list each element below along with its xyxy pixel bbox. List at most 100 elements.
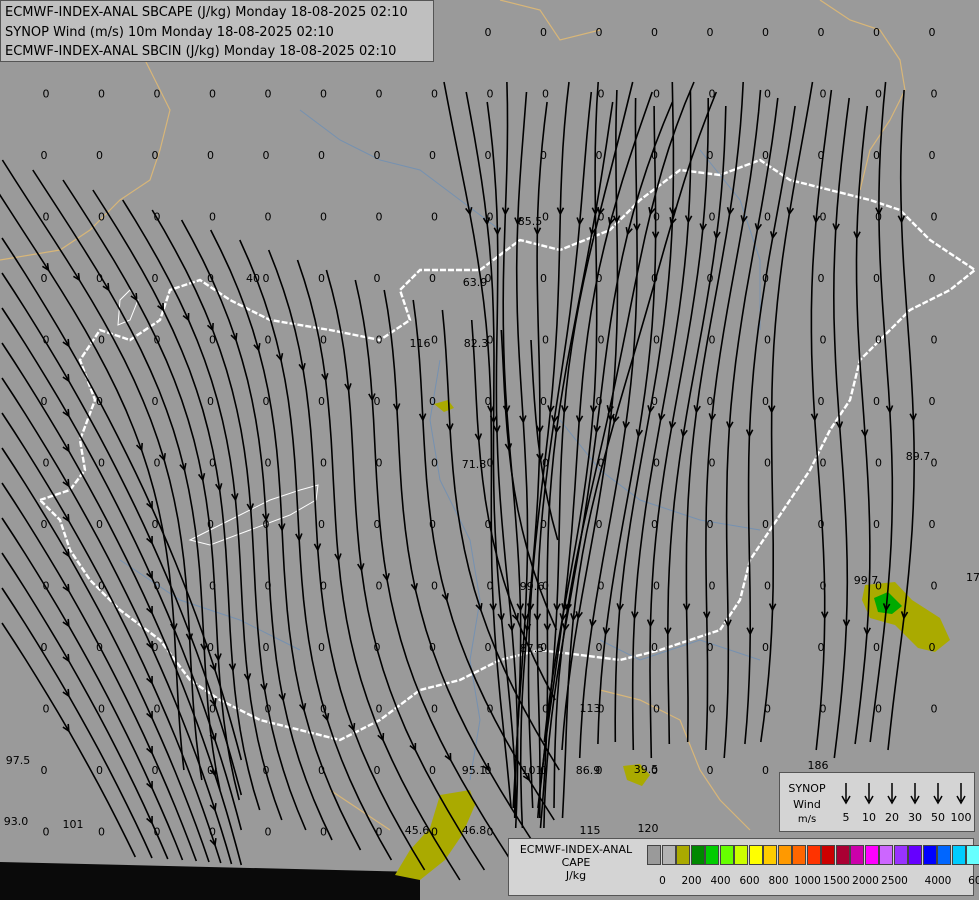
cape-value: 0 <box>154 334 161 347</box>
cape-value: 0 <box>320 457 327 470</box>
cape-value: 0 <box>487 88 494 101</box>
cape-value: 0 <box>320 826 327 839</box>
cape-value: 0 <box>96 764 103 777</box>
cape-value: 0 <box>653 580 660 593</box>
cape-value-label: 87.5 <box>520 642 545 655</box>
cape-value: 0 <box>818 149 825 162</box>
cape-value: 0 <box>429 518 436 531</box>
cape-value: 0 <box>542 703 549 716</box>
cape-value: 0 <box>485 149 492 162</box>
header-synop-wind: SYNOP Wind (m/s) 10m Monday 18-08-2025 0… <box>5 24 334 40</box>
cape-value: 0 <box>207 395 214 408</box>
cape-value: 0 <box>154 88 161 101</box>
cape-value: 0 <box>209 580 216 593</box>
cape-value: 0 <box>207 149 214 162</box>
cape-scale-title-2: CAPE <box>561 856 591 869</box>
wind-arrow-icon <box>841 783 851 805</box>
cape-value: 0 <box>318 149 325 162</box>
cape-value-label: 99.7 <box>854 574 879 587</box>
cape-value: 0 <box>598 580 605 593</box>
cape-value: 0 <box>707 518 714 531</box>
cape-value: 0 <box>596 272 603 285</box>
cape-value: 0 <box>596 149 603 162</box>
map-header: ECMWF-INDEX-ANAL SBCAPE (J/kg) Monday 18… <box>0 0 434 62</box>
cape-value: 0 <box>875 211 882 224</box>
cape-value: 0 <box>818 518 825 531</box>
cape-scale-swatch <box>879 845 893 865</box>
cape-value: 0 <box>209 826 216 839</box>
cape-value: 0 <box>96 395 103 408</box>
cape-value: 0 <box>929 26 936 39</box>
cape-value: 0 <box>43 457 50 470</box>
cape-value-label: 86.9 <box>576 764 601 777</box>
wind-legend-title-1: SYNOP <box>788 782 826 795</box>
cape-value: 0 <box>818 272 825 285</box>
map-canvas[interactable]: 0 0 0 0 0 0 0 0 0 0 0 0 0 0 0 0 0 0 0 0 0 0 0 0 0 0 0 0 0 0 0 0 0 0 0 0 0 0 0 0… <box>0 0 979 900</box>
cape-value: 0 <box>542 457 549 470</box>
cape-value: 0 <box>152 272 159 285</box>
cape-value: 0 <box>152 764 159 777</box>
cape-value: 0 <box>653 457 660 470</box>
cape-value: 0 <box>707 26 714 39</box>
cape-value: 0 <box>875 88 882 101</box>
cape-scale-swatch <box>966 845 979 865</box>
cape-value-label: 93.0 <box>4 815 29 828</box>
cape-value-label: 101 <box>63 818 84 831</box>
cape-value: 0 <box>598 88 605 101</box>
cape-value: 0 <box>931 211 938 224</box>
cape-value: 0 <box>98 457 105 470</box>
cape-value-label: 120 <box>638 822 659 835</box>
cape-value: 0 <box>709 211 716 224</box>
cape-value: 0 <box>764 703 771 716</box>
cape-value: 0 <box>873 641 880 654</box>
cape-value: 0 <box>429 149 436 162</box>
cape-value: 0 <box>764 334 771 347</box>
wind-legend-value: 5 <box>842 811 850 824</box>
cape-value: 0 <box>540 272 547 285</box>
cape-value: 0 <box>207 518 214 531</box>
cape-value: 0 <box>263 272 270 285</box>
cape-value: 0 <box>873 149 880 162</box>
cape-value: 0 <box>98 334 105 347</box>
cape-scale-swatch <box>734 845 748 865</box>
cape-value-label: 85.5 <box>518 215 543 228</box>
cape-value: 0 <box>152 641 159 654</box>
cape-value: 0 <box>653 703 660 716</box>
cape-value: 0 <box>707 641 714 654</box>
cape-value-label: 71.8 <box>462 458 487 471</box>
cape-scale-title-1: ECMWF-INDEX-ANAL <box>519 843 633 856</box>
cape-value: 0 <box>873 395 880 408</box>
cape-value: 0 <box>374 641 381 654</box>
cape-value-label: 186 <box>808 759 829 772</box>
wind-legend-title-3: m/s <box>797 814 817 825</box>
cape-scale-swatch <box>690 845 705 865</box>
cape-value: 0 <box>374 272 381 285</box>
cape-value: 0 <box>318 518 325 531</box>
cape-scale-swatch <box>937 845 951 865</box>
cape-scale-swatch <box>864 845 879 865</box>
cape-value: 0 <box>265 211 272 224</box>
cape-value-label: 116 <box>410 337 431 350</box>
cape-value: 0 <box>263 518 270 531</box>
cape-value: 0 <box>542 211 549 224</box>
cape-value: 0 <box>431 580 438 593</box>
cape-value: 0 <box>207 641 214 654</box>
cape-value: 0 <box>651 26 658 39</box>
wind-arrow-icon <box>887 783 897 805</box>
cape-value: 0 <box>873 518 880 531</box>
cape-value: 0 <box>96 272 103 285</box>
cape-value: 0 <box>820 88 827 101</box>
wind-legend-arrows <box>841 783 966 805</box>
wind-legend-value: 100 <box>950 811 972 824</box>
header-sbcape: ECMWF-INDEX-ANAL SBCAPE (J/kg) Monday 18… <box>5 5 408 20</box>
cape-value: 0 <box>709 334 716 347</box>
cape-scale-tick: 400 <box>710 875 731 887</box>
cape-scale-swatch <box>806 845 821 865</box>
map-viewer: 0 0 0 0 0 0 0 0 0 0 0 0 0 0 0 0 0 0 0 0 0 0 0 0 0 0 0 0 0 0 0 0 0 0 0 0 0 0 0 0… <box>0 0 979 900</box>
cape-value-label: 89.7 <box>906 450 931 463</box>
cape-value: 0 <box>265 334 272 347</box>
cape-value: 0 <box>376 457 383 470</box>
cape-value: 0 <box>762 395 769 408</box>
cape-value: 0 <box>154 703 161 716</box>
cape-value: 0 <box>762 641 769 654</box>
